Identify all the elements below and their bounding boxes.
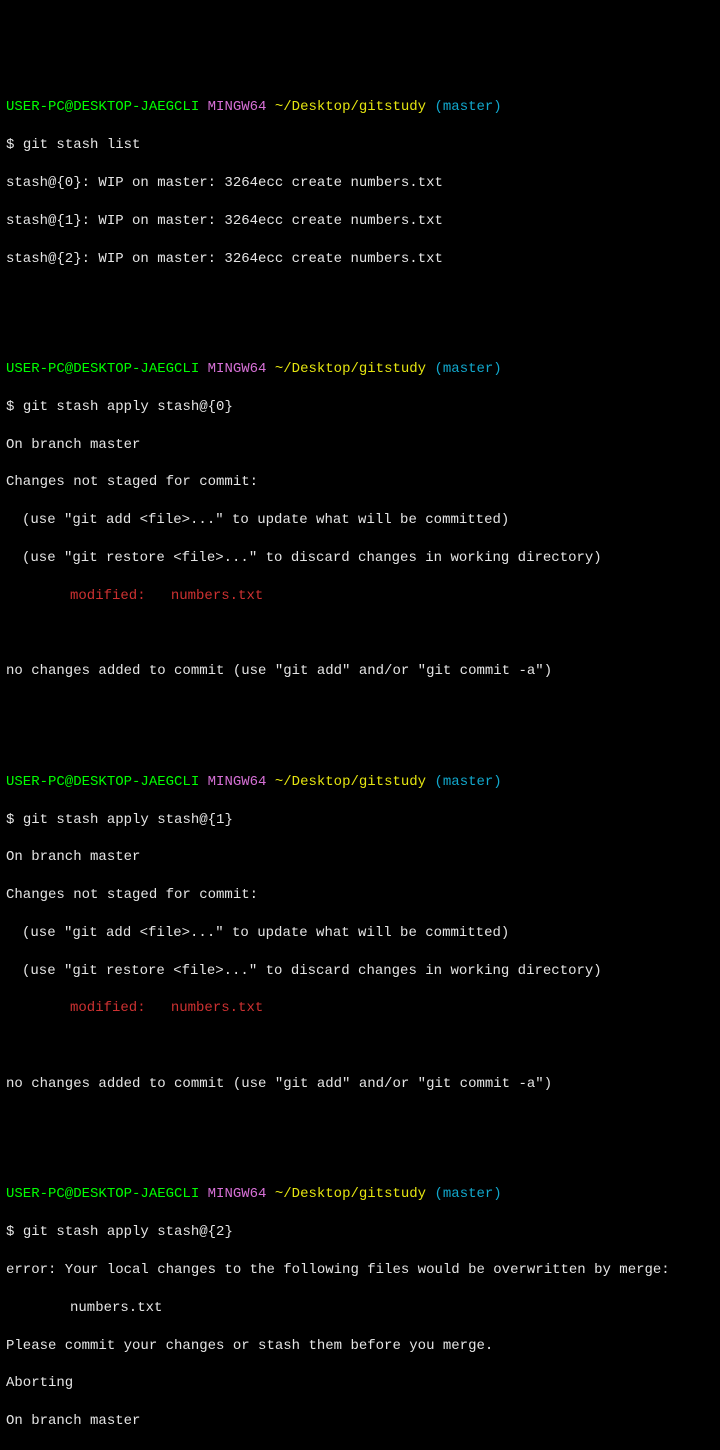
error-line: Please commit your changes or stash them… <box>6 1337 714 1356</box>
command-line: $ git stash apply stash@{2} <box>6 1223 714 1242</box>
prompt-env: MINGW64 <box>208 1186 267 1202</box>
prompt-path: ~/Desktop/gitstudy <box>275 1186 426 1202</box>
error-line: Aborting <box>6 1374 714 1393</box>
error-file: numbers.txt <box>6 1299 714 1318</box>
modified-line: modified: numbers.txt <box>6 587 714 606</box>
prompt-path: ~/Desktop/gitstudy <box>275 361 426 377</box>
prompt-line: USER-PC@DESKTOP-JAEGCLI MINGW64 ~/Deskto… <box>6 360 714 379</box>
command-text: git stash apply stash@{1} <box>23 812 233 828</box>
output-line: stash@{0}: WIP on master: 3264ecc create… <box>6 174 714 193</box>
command-text: git stash apply stash@{0} <box>23 399 233 415</box>
prompt-symbol: $ <box>6 399 14 415</box>
prompt-env: MINGW64 <box>208 99 267 115</box>
output-line: stash@{2}: WIP on master: 3264ecc create… <box>6 250 714 269</box>
prompt-branch: (master) <box>435 99 502 115</box>
prompt-line: USER-PC@DESKTOP-JAEGCLI MINGW64 ~/Deskto… <box>6 773 714 792</box>
output-line: On branch master <box>6 1412 714 1431</box>
output-line: no changes added to commit (use "git add… <box>6 662 714 681</box>
modified-line: modified: numbers.txt <box>6 999 714 1018</box>
prompt-line: USER-PC@DESKTOP-JAEGCLI MINGW64 ~/Deskto… <box>6 1185 714 1204</box>
prompt-line: USER-PC@DESKTOP-JAEGCLI MINGW64 ~/Deskto… <box>6 98 714 117</box>
error-line: error: Your local changes to the followi… <box>6 1261 714 1280</box>
prompt-branch: (master) <box>435 1186 502 1202</box>
modified-file: numbers.txt <box>171 1000 263 1016</box>
output-line: (use "git restore <file>..." to discard … <box>6 962 714 981</box>
output-line: (use "git restore <file>..." to discard … <box>6 549 714 568</box>
output-line: (use "git add <file>..." to update what … <box>6 511 714 530</box>
prompt-symbol: $ <box>6 1224 14 1240</box>
prompt-symbol: $ <box>6 137 14 153</box>
terminal-block-3: USER-PC@DESKTOP-JAEGCLI MINGW64 ~/Deskto… <box>6 754 714 1113</box>
prompt-branch: (master) <box>435 361 502 377</box>
prompt-path: ~/Desktop/gitstudy <box>275 774 426 790</box>
prompt-env: MINGW64 <box>208 774 267 790</box>
prompt-path: ~/Desktop/gitstudy <box>275 99 426 115</box>
modified-file: numbers.txt <box>171 588 263 604</box>
prompt-user: USER-PC@DESKTOP-JAEGCLI <box>6 361 199 377</box>
output-line: stash@{1}: WIP on master: 3264ecc create… <box>6 212 714 231</box>
command-line: $ git stash apply stash@{1} <box>6 811 714 830</box>
prompt-branch: (master) <box>435 774 502 790</box>
output-line: On branch master <box>6 848 714 867</box>
command-text: git stash apply stash@{2} <box>23 1224 233 1240</box>
output-line: On branch master <box>6 436 714 455</box>
output-line: no changes added to commit (use "git add… <box>6 1075 714 1094</box>
output-line: Changes not staged for commit: <box>6 886 714 905</box>
command-line: $ git stash list <box>6 136 714 155</box>
terminal-block-2: USER-PC@DESKTOP-JAEGCLI MINGW64 ~/Deskto… <box>6 341 714 700</box>
prompt-user: USER-PC@DESKTOP-JAEGCLI <box>6 99 199 115</box>
prompt-user: USER-PC@DESKTOP-JAEGCLI <box>6 1186 199 1202</box>
output-line: (use "git add <file>..." to update what … <box>6 924 714 943</box>
modified-label: modified: <box>70 1000 171 1016</box>
prompt-env: MINGW64 <box>208 361 267 377</box>
terminal-block-1: USER-PC@DESKTOP-JAEGCLI MINGW64 ~/Deskto… <box>6 80 714 288</box>
terminal-block-4: USER-PC@DESKTOP-JAEGCLI MINGW64 ~/Deskto… <box>6 1167 714 1450</box>
prompt-user: USER-PC@DESKTOP-JAEGCLI <box>6 774 199 790</box>
command-text: git stash list <box>23 137 141 153</box>
output-line: Changes not staged for commit: <box>6 473 714 492</box>
prompt-symbol: $ <box>6 812 14 828</box>
modified-label: modified: <box>70 588 171 604</box>
command-line: $ git stash apply stash@{0} <box>6 398 714 417</box>
